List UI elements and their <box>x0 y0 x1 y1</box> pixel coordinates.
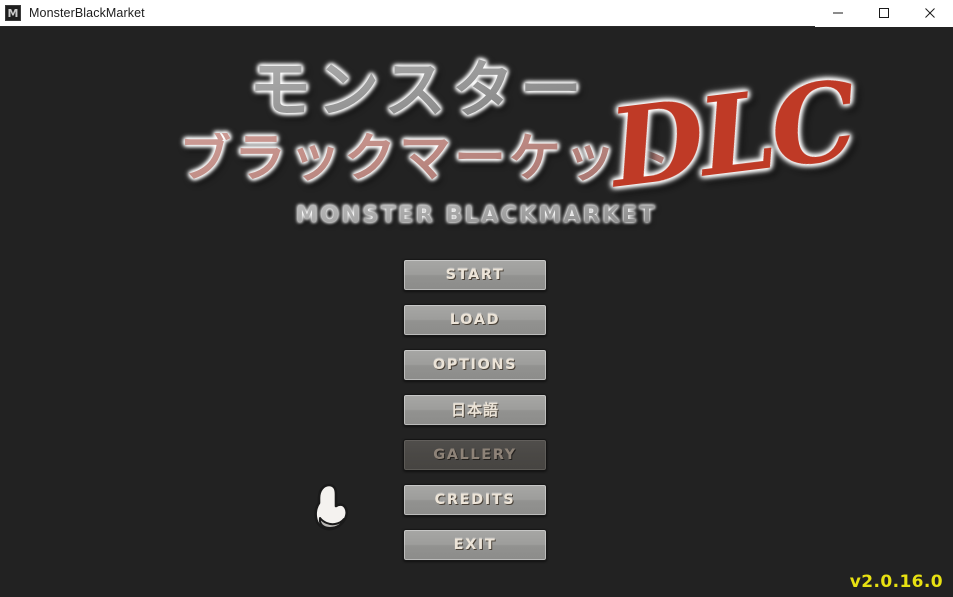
game-logo: モンスター ブラックマーケット DLC MONSTER BLACKMARKET <box>0 45 953 245</box>
pointing-hand-icon <box>314 483 349 531</box>
maximize-icon <box>879 8 889 18</box>
load-button[interactable]: LOAD <box>403 304 547 336</box>
game-viewport: モンスター ブラックマーケット DLC MONSTER BLACKMARKET … <box>0 27 953 597</box>
close-button[interactable] <box>907 0 953 27</box>
app-icon: M <box>5 5 21 21</box>
version-label: v2.0.16.0 <box>849 572 943 592</box>
credits-button[interactable]: CREDITS <box>403 484 547 516</box>
app-icon-glyph: M <box>7 6 19 20</box>
exit-button[interactable]: EXIT <box>403 529 547 561</box>
main-menu: START LOAD OPTIONS 日本語 GALLERY CREDITS E… <box>403 259 547 574</box>
window-controls <box>815 0 953 27</box>
close-icon <box>925 8 935 18</box>
gallery-button: GALLERY <box>403 439 547 471</box>
window-titlebar: M MonsterBlackMarket <box>0 0 953 27</box>
maximize-button[interactable] <box>861 0 907 27</box>
minimize-button[interactable] <box>815 0 861 27</box>
window-title: MonsterBlackMarket <box>29 6 145 20</box>
minimize-icon <box>833 12 843 14</box>
dlc-badge: DLC <box>603 57 861 213</box>
options-button[interactable]: OPTIONS <box>403 349 547 381</box>
logo-subtitle: MONSTER BLACKMARKET <box>0 205 953 227</box>
language-button[interactable]: 日本語 <box>403 394 547 426</box>
pointing-hand-cursor <box>309 482 355 534</box>
start-button[interactable]: START <box>403 259 547 291</box>
